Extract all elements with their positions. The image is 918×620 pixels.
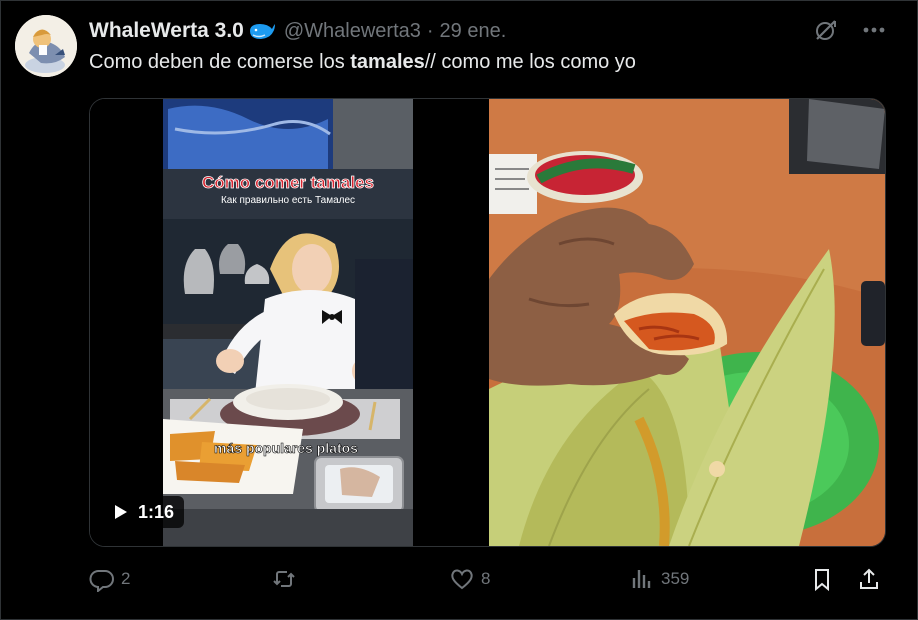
- video-duration-badge[interactable]: 1:16: [104, 496, 185, 528]
- media-grid: Cómo comer tamales Как правильно есть Та…: [89, 98, 886, 547]
- grok-icon[interactable]: [812, 16, 840, 44]
- play-icon[interactable]: [114, 504, 128, 520]
- reply-icon: [89, 570, 114, 592]
- tweet-header: WhaleWerta 3.0 @Whalewerta3 · 29 ene.: [89, 17, 506, 45]
- reply-button[interactable]: 2: [89, 566, 130, 592]
- like-button[interactable]: 8: [449, 566, 490, 592]
- top-right-actions: [812, 16, 888, 44]
- heart-icon: [451, 569, 473, 590]
- views-button[interactable]: 359: [629, 566, 689, 592]
- tamale-photo[interactable]: [489, 99, 885, 546]
- more-options-icon[interactable]: [860, 16, 888, 44]
- tamale-photo-image: [489, 99, 885, 546]
- reply-count: 2: [121, 569, 131, 588]
- share-icon: [860, 568, 878, 589]
- user-handle[interactable]: @Whalewerta3: [284, 20, 421, 43]
- duration-label: 1:16: [138, 501, 175, 522]
- tweet-text-bold: tamales: [350, 51, 425, 73]
- video-overlay-subtitle: Как правильно есть Тамалес: [221, 195, 355, 206]
- view-count: 359: [661, 569, 690, 588]
- video-thumbnail: Cómo comer tamales Как правильно есть Та…: [90, 99, 488, 546]
- avatar[interactable]: [15, 15, 77, 77]
- post-date[interactable]: 29 ene.: [440, 20, 507, 43]
- share-button[interactable]: [856, 566, 882, 592]
- video-player[interactable]: Cómo comer tamales Как правильно есть Та…: [90, 99, 488, 546]
- separator-dot: ·: [426, 19, 434, 42]
- video-overlay-title: Cómo comer tamales: [202, 173, 374, 192]
- like-count: 8: [481, 569, 491, 588]
- tweet-text: Como deben de comerse los tamales// como…: [89, 51, 636, 74]
- bookmark-icon: [815, 569, 829, 592]
- retweet-icon: [273, 571, 295, 587]
- tweet-text-end: // como me los como yo: [424, 51, 636, 73]
- whale-badge-icon: [248, 19, 276, 43]
- tweet-text-start: Como deben de comerse los: [89, 51, 351, 73]
- bookmark-button[interactable]: [809, 566, 835, 592]
- retweet-button[interactable]: [271, 566, 303, 592]
- action-bar: 2 8 359: [89, 566, 884, 596]
- video-caption: más populares platos: [214, 440, 358, 456]
- display-name[interactable]: WhaleWerta 3.0: [89, 19, 244, 43]
- views-icon: [632, 570, 651, 588]
